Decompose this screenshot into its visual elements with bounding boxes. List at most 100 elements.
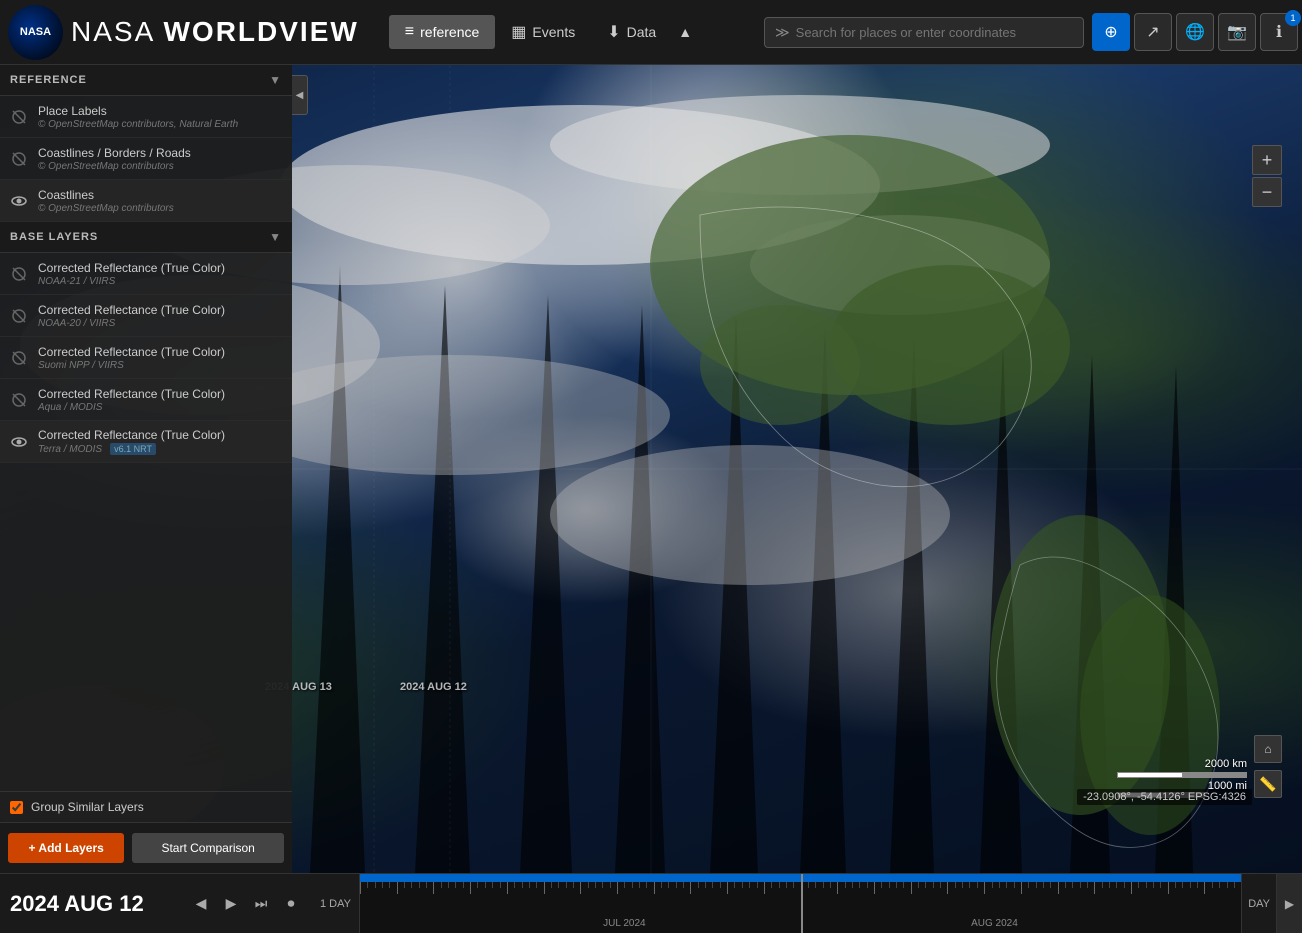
cr-terra-name: Corrected Reflectance (True Color) bbox=[38, 428, 284, 442]
share-icon: ↗ bbox=[1146, 22, 1159, 42]
sidebar-toggle-icon: ◀ bbox=[296, 90, 304, 101]
interval-value: 1 DAY bbox=[320, 898, 351, 910]
base-layers-section-header: BASE LAYERS ▼ bbox=[0, 222, 292, 253]
cr-suomi-sub: Suomi NPP / VIIRS bbox=[38, 360, 284, 371]
tab-layers[interactable]: ≡ reference bbox=[389, 15, 496, 49]
reference-collapse-button[interactable]: ▼ bbox=[269, 73, 282, 87]
cr-noaa20-name: Corrected Reflectance (True Color) bbox=[38, 303, 284, 317]
timeline-expand-right-button[interactable]: ▶ bbox=[1276, 874, 1302, 933]
layer-cr-terra[interactable]: Corrected Reflectance (True Color) Terra… bbox=[0, 421, 292, 463]
layer-coastlines[interactable]: Coastlines © OpenStreetMap contributors bbox=[0, 180, 292, 222]
collapse-icon: ▲ bbox=[678, 24, 692, 40]
search-bar: ≫ bbox=[764, 17, 1084, 48]
globe-button[interactable]: 🌐 bbox=[1176, 13, 1214, 51]
cr-aqua-info: Corrected Reflectance (True Color) Aqua … bbox=[38, 387, 284, 413]
search-input[interactable] bbox=[796, 25, 1073, 40]
camera-icon: 📷 bbox=[1227, 22, 1247, 42]
cr-suomi-visibility-button[interactable] bbox=[8, 347, 30, 369]
search-arrow-icon: ≫ bbox=[775, 24, 790, 41]
info-badge: 1 bbox=[1285, 10, 1301, 26]
info-button[interactable]: ℹ 1 bbox=[1260, 13, 1298, 51]
cr-noaa21-visibility-button[interactable] bbox=[8, 263, 30, 285]
day-label: DAY bbox=[1248, 898, 1270, 910]
cr-suomi-name: Corrected Reflectance (True Color) bbox=[38, 345, 284, 359]
add-layers-button[interactable]: + Add Layers bbox=[8, 833, 124, 863]
layer-cr-aqua[interactable]: Corrected Reflectance (True Color) Aqua … bbox=[0, 379, 292, 421]
tab-data-label: Data bbox=[627, 24, 657, 40]
cr-terra-sub: Terra / MODIS bbox=[38, 444, 102, 455]
timeline-controls: ◀ ▶ ⏭ ⏺ bbox=[180, 874, 312, 933]
timeline: 2024 AUG 12 ◀ ▶ ⏭ ⏺ 1 DAY ▲ JUL 2024 AUG… bbox=[0, 873, 1302, 933]
step-back-button[interactable]: ◀ bbox=[188, 891, 214, 917]
base-layers-collapse-button[interactable]: ▼ bbox=[269, 230, 282, 244]
reference-label: REFERENCE bbox=[10, 74, 87, 86]
nav-tabs: ≡ reference ▦ Events ⬇ Data ▲ bbox=[389, 14, 698, 50]
map-reset-button[interactable]: ⌂ bbox=[1254, 735, 1282, 763]
layer-cr-noaa20[interactable]: Corrected Reflectance (True Color) NOAA-… bbox=[0, 295, 292, 337]
cr-noaa20-visibility-button[interactable] bbox=[8, 305, 30, 327]
cr-terra-visibility-button[interactable] bbox=[8, 431, 30, 453]
data-icon: ⬇ bbox=[607, 22, 620, 42]
tab-data[interactable]: ⬇ Data bbox=[591, 14, 672, 50]
chevron-right-icon: ▶ bbox=[1285, 897, 1294, 911]
cr-noaa20-sub: NOAA-20 / VIIRS bbox=[38, 318, 284, 329]
tab-collapse[interactable]: ▲ bbox=[672, 16, 698, 48]
place-labels-name: Place Labels bbox=[38, 104, 284, 118]
layer-place-labels[interactable]: Place Labels © OpenStreetMap contributor… bbox=[0, 96, 292, 138]
place-labels-visibility-button[interactable] bbox=[8, 106, 30, 128]
coastlines-visibility-button[interactable] bbox=[8, 190, 30, 212]
coastlines-name: Coastlines bbox=[38, 188, 284, 202]
scale-km-label: 2000 km bbox=[1205, 758, 1247, 770]
base-layers-label: BASE LAYERS bbox=[10, 231, 98, 243]
current-date: 2024 AUG 12 bbox=[10, 891, 144, 917]
timeline-track[interactable]: ▲ JUL 2024 AUG 2024 bbox=[359, 874, 1242, 933]
coastlines-borders-visibility-button[interactable] bbox=[8, 148, 30, 170]
location-button[interactable]: ⊕ bbox=[1092, 13, 1130, 51]
interval-display: 1 DAY bbox=[312, 874, 359, 933]
sidebar: REFERENCE ▼ Place Labels © OpenStreetMap… bbox=[0, 65, 292, 873]
timeline-cursor bbox=[801, 874, 803, 933]
coordinates-display: -23.0908°, -54.4126° EPSG:4326 bbox=[1077, 789, 1252, 805]
skip-to-end-button[interactable]: ⏭ bbox=[248, 891, 274, 917]
tab-layers-label: reference bbox=[420, 24, 479, 40]
tab-events[interactable]: ▦ Events bbox=[495, 14, 591, 50]
layer-actions: + Add Layers Start Comparison bbox=[0, 823, 292, 873]
info-icon: ℹ bbox=[1276, 22, 1282, 42]
cr-suomi-info: Corrected Reflectance (True Color) Suomi… bbox=[38, 345, 284, 371]
zoom-in-button[interactable]: + bbox=[1252, 145, 1282, 175]
header: NASA NASA WORLDVIEW ≡ reference ▦ Events… bbox=[0, 0, 1302, 65]
group-similar-label[interactable]: Group Similar Layers bbox=[31, 800, 144, 814]
events-icon: ▦ bbox=[511, 22, 526, 42]
app-name-prefix: NASA bbox=[71, 16, 154, 47]
app-name-main: WORLDVIEW bbox=[163, 16, 358, 47]
globe-icon: 🌐 bbox=[1185, 22, 1205, 42]
coastlines-info: Coastlines © OpenStreetMap contributors bbox=[38, 188, 284, 214]
layer-cr-noaa21[interactable]: Corrected Reflectance (True Color) NOAA-… bbox=[0, 253, 292, 295]
group-similar-checkbox[interactable] bbox=[10, 801, 23, 814]
tab-events-label: Events bbox=[532, 24, 575, 40]
date-display: 2024 AUG 12 bbox=[0, 874, 180, 933]
cr-noaa20-info: Corrected Reflectance (True Color) NOAA-… bbox=[38, 303, 284, 329]
share-button[interactable]: ↗ bbox=[1134, 13, 1172, 51]
ruler-icon: 📏 bbox=[1259, 776, 1276, 793]
location-icon: ⊕ bbox=[1104, 22, 1117, 42]
sidebar-toggle-button[interactable]: ◀ bbox=[292, 75, 308, 115]
start-comparison-button[interactable]: Start Comparison bbox=[132, 833, 284, 863]
zoom-out-button[interactable]: − bbox=[1252, 177, 1282, 207]
cr-terra-info: Corrected Reflectance (True Color) Terra… bbox=[38, 428, 284, 455]
home-icon: ⌂ bbox=[1264, 742, 1271, 756]
layer-coastlines-borders[interactable]: Coastlines / Borders / Roads © OpenStree… bbox=[0, 138, 292, 180]
cr-aqua-visibility-button[interactable] bbox=[8, 389, 30, 411]
app-title: NASA WORLDVIEW bbox=[71, 16, 359, 48]
play-forward-button[interactable]: ▶ bbox=[218, 891, 244, 917]
month-label-jul: JUL 2024 bbox=[603, 918, 645, 929]
loop-button[interactable]: ⏺ bbox=[278, 891, 304, 917]
day-indicator: DAY bbox=[1242, 874, 1276, 933]
layer-cr-suomi[interactable]: Corrected Reflectance (True Color) Suomi… bbox=[0, 337, 292, 379]
camera-button[interactable]: 📷 bbox=[1218, 13, 1256, 51]
ruler-button[interactable]: 📏 bbox=[1254, 770, 1282, 798]
cr-noaa21-name: Corrected Reflectance (True Color) bbox=[38, 261, 284, 275]
month-label-aug: AUG 2024 bbox=[971, 918, 1018, 929]
place-labels-info: Place Labels © OpenStreetMap contributor… bbox=[38, 104, 284, 130]
cr-terra-badge: v6.1 NRT bbox=[110, 443, 156, 455]
